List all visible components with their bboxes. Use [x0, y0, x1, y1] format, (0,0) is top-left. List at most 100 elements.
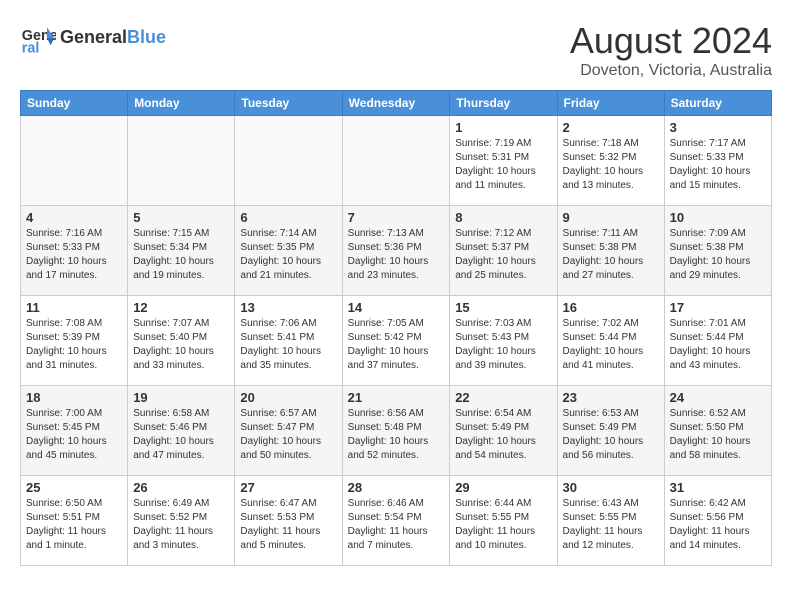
day-number: 19 [133, 390, 229, 405]
day-info: Sunrise: 7:08 AM Sunset: 5:39 PM Dayligh… [26, 317, 122, 373]
logo-text-general: General [60, 27, 127, 47]
day-info: Sunrise: 7:14 AM Sunset: 5:35 PM Dayligh… [240, 227, 336, 283]
calendar-cell: 27 Sunrise: 6:47 AM Sunset: 5:53 PM Dayli… [235, 476, 342, 566]
calendar-cell: 24Sunrise: 6:52 AM Sunset: 5:50 PM Dayli… [664, 386, 771, 476]
calendar-cell: 2 Sunrise: 7:18 AM Sunset: 5:32 PM Daylig… [557, 116, 664, 206]
day-info: Sunrise: 6:56 AM Sunset: 5:48 PM Dayligh… [348, 407, 445, 463]
day-number: 21 [348, 390, 445, 405]
day-info: Sunrise: 7:03 AM Sunset: 5:43 PM Dayligh… [455, 317, 551, 373]
calendar-cell: 28Sunrise: 6:46 AM Sunset: 5:54 PM Dayli… [342, 476, 450, 566]
calendar-cell: 3 Sunrise: 7:17 AM Sunset: 5:33 PM Daylig… [664, 116, 771, 206]
calendar-cell: 11 Sunrise: 7:08 AM Sunset: 5:39 PM Dayli… [21, 296, 128, 386]
logo-icon: Gene ral [20, 20, 56, 56]
calendar-week-row: 11 Sunrise: 7:08 AM Sunset: 5:39 PM Dayli… [21, 296, 772, 386]
weekday-header: Monday [128, 91, 235, 116]
calendar-week-row: 1 Sunrise: 7:19 AM Sunset: 5:31 PM Daylig… [21, 116, 772, 206]
weekday-header: Tuesday [235, 91, 342, 116]
calendar-week-row: 25 Sunrise: 6:50 AM Sunset: 5:51 PM Dayli… [21, 476, 772, 566]
day-number: 10 [670, 210, 766, 225]
weekday-header: Wednesday [342, 91, 450, 116]
calendar-cell: 7 Sunrise: 7:13 AM Sunset: 5:36 PM Daylig… [342, 206, 450, 296]
calendar-cell: 16 Sunrise: 7:02 AM Sunset: 5:44 PM Dayli… [557, 296, 664, 386]
day-info: Sunrise: 7:01 AM Sunset: 5:44 PM Dayligh… [670, 317, 766, 373]
day-info: Sunrise: 7:16 AM Sunset: 5:33 PM Dayligh… [26, 227, 122, 283]
calendar-cell: 14 Sunrise: 7:05 AM Sunset: 5:42 PM Dayli… [342, 296, 450, 386]
calendar-cell: 29 Sunrise: 6:44 AM Sunset: 5:55 PM Dayli… [450, 476, 557, 566]
day-number: 23 [563, 390, 659, 405]
weekday-header: Friday [557, 91, 664, 116]
calendar-table: SundayMondayTuesdayWednesdayThursdayFrid… [20, 90, 772, 566]
day-number: 15 [455, 300, 551, 315]
day-info: Sunrise: 7:06 AM Sunset: 5:41 PM Dayligh… [240, 317, 336, 373]
day-info: Sunrise: 7:02 AM Sunset: 5:44 PM Dayligh… [563, 317, 659, 373]
weekday-header: Thursday [450, 91, 557, 116]
calendar-cell: 21 Sunrise: 6:56 AM Sunset: 5:48 PM Dayli… [342, 386, 450, 476]
day-info: Sunrise: 6:50 AM Sunset: 5:51 PM Dayligh… [26, 497, 122, 553]
day-info: Sunrise: 7:09 AM Sunset: 5:38 PM Dayligh… [670, 227, 766, 283]
day-info: Sunrise: 6:53 AM Sunset: 5:49 PM Dayligh… [563, 407, 659, 463]
calendar-cell: 19 Sunrise: 6:58 AM Sunset: 5:46 PM Dayli… [128, 386, 235, 476]
day-number: 17 [670, 300, 766, 315]
day-info: Sunrise: 7:19 AM Sunset: 5:31 PM Dayligh… [455, 137, 551, 193]
month-title: August 2024 [570, 20, 772, 62]
weekday-header: Saturday [664, 91, 771, 116]
calendar-cell: 31 Sunrise: 6:42 AM Sunset: 5:56 PM Dayli… [664, 476, 771, 566]
day-info: Sunrise: 6:58 AM Sunset: 5:46 PM Dayligh… [133, 407, 229, 463]
day-number: 1 [455, 120, 551, 135]
day-number: 27 [240, 480, 336, 495]
day-info: Sunrise: 7:07 AM Sunset: 5:40 PM Dayligh… [133, 317, 229, 373]
day-info: Sunrise: 7:13 AM Sunset: 5:36 PM Dayligh… [348, 227, 445, 283]
day-number: 31 [670, 480, 766, 495]
day-number: 29 [455, 480, 551, 495]
location-subtitle: Doveton, Victoria, Australia [570, 62, 772, 80]
day-info: Sunrise: 6:49 AM Sunset: 5:52 PM Dayligh… [133, 497, 229, 553]
calendar-cell: 5 Sunrise: 7:15 AM Sunset: 5:34 PM Daylig… [128, 206, 235, 296]
calendar-cell: 12Sunrise: 7:07 AM Sunset: 5:40 PM Dayli… [128, 296, 235, 386]
calendar-cell: 22 Sunrise: 6:54 AM Sunset: 5:49 PM Dayli… [450, 386, 557, 476]
calendar-week-row: 18 Sunrise: 7:00 AM Sunset: 5:45 PM Dayli… [21, 386, 772, 476]
calendar-cell: 18 Sunrise: 7:00 AM Sunset: 5:45 PM Dayli… [21, 386, 128, 476]
day-info: Sunrise: 6:44 AM Sunset: 5:55 PM Dayligh… [455, 497, 551, 553]
weekday-header-row: SundayMondayTuesdayWednesdayThursdayFrid… [21, 91, 772, 116]
calendar-cell: 13 Sunrise: 7:06 AM Sunset: 5:41 PM Dayli… [235, 296, 342, 386]
day-number: 8 [455, 210, 551, 225]
day-number: 11 [26, 300, 122, 315]
day-number: 3 [670, 120, 766, 135]
day-number: 7 [348, 210, 445, 225]
day-info: Sunrise: 6:54 AM Sunset: 5:49 PM Dayligh… [455, 407, 551, 463]
svg-text:ral: ral [22, 40, 40, 56]
day-info: Sunrise: 7:12 AM Sunset: 5:37 PM Dayligh… [455, 227, 551, 283]
day-number: 16 [563, 300, 659, 315]
day-number: 18 [26, 390, 122, 405]
day-number: 4 [26, 210, 122, 225]
day-number: 5 [133, 210, 229, 225]
day-info: Sunrise: 6:42 AM Sunset: 5:56 PM Dayligh… [670, 497, 766, 553]
calendar-cell: 15 Sunrise: 7:03 AM Sunset: 5:43 PM Dayli… [450, 296, 557, 386]
logo-text-blue: Blue [127, 27, 166, 47]
calendar-cell [128, 116, 235, 206]
day-number: 9 [563, 210, 659, 225]
calendar-cell: 6 Sunrise: 7:14 AM Sunset: 5:35 PM Daylig… [235, 206, 342, 296]
day-number: 6 [240, 210, 336, 225]
day-info: Sunrise: 6:47 AM Sunset: 5:53 PM Dayligh… [240, 497, 336, 553]
day-number: 22 [455, 390, 551, 405]
day-info: Sunrise: 7:05 AM Sunset: 5:42 PM Dayligh… [348, 317, 445, 373]
logo: Gene ral GeneralBlue [20, 20, 166, 56]
day-number: 20 [240, 390, 336, 405]
day-number: 14 [348, 300, 445, 315]
day-number: 24 [670, 390, 766, 405]
day-number: 13 [240, 300, 336, 315]
day-number: 30 [563, 480, 659, 495]
day-info: Sunrise: 7:15 AM Sunset: 5:34 PM Dayligh… [133, 227, 229, 283]
day-info: Sunrise: 7:11 AM Sunset: 5:38 PM Dayligh… [563, 227, 659, 283]
day-info: Sunrise: 7:18 AM Sunset: 5:32 PM Dayligh… [563, 137, 659, 193]
weekday-header: Sunday [21, 91, 128, 116]
page-header: Gene ral GeneralBlue August 2024 Doveton… [20, 20, 772, 80]
calendar-cell: 30Sunrise: 6:43 AM Sunset: 5:55 PM Dayli… [557, 476, 664, 566]
day-info: Sunrise: 7:00 AM Sunset: 5:45 PM Dayligh… [26, 407, 122, 463]
day-info: Sunrise: 7:17 AM Sunset: 5:33 PM Dayligh… [670, 137, 766, 193]
calendar-cell: 20Sunrise: 6:57 AM Sunset: 5:47 PM Dayli… [235, 386, 342, 476]
calendar-cell: 8 Sunrise: 7:12 AM Sunset: 5:37 PM Daylig… [450, 206, 557, 296]
day-number: 25 [26, 480, 122, 495]
day-number: 2 [563, 120, 659, 135]
